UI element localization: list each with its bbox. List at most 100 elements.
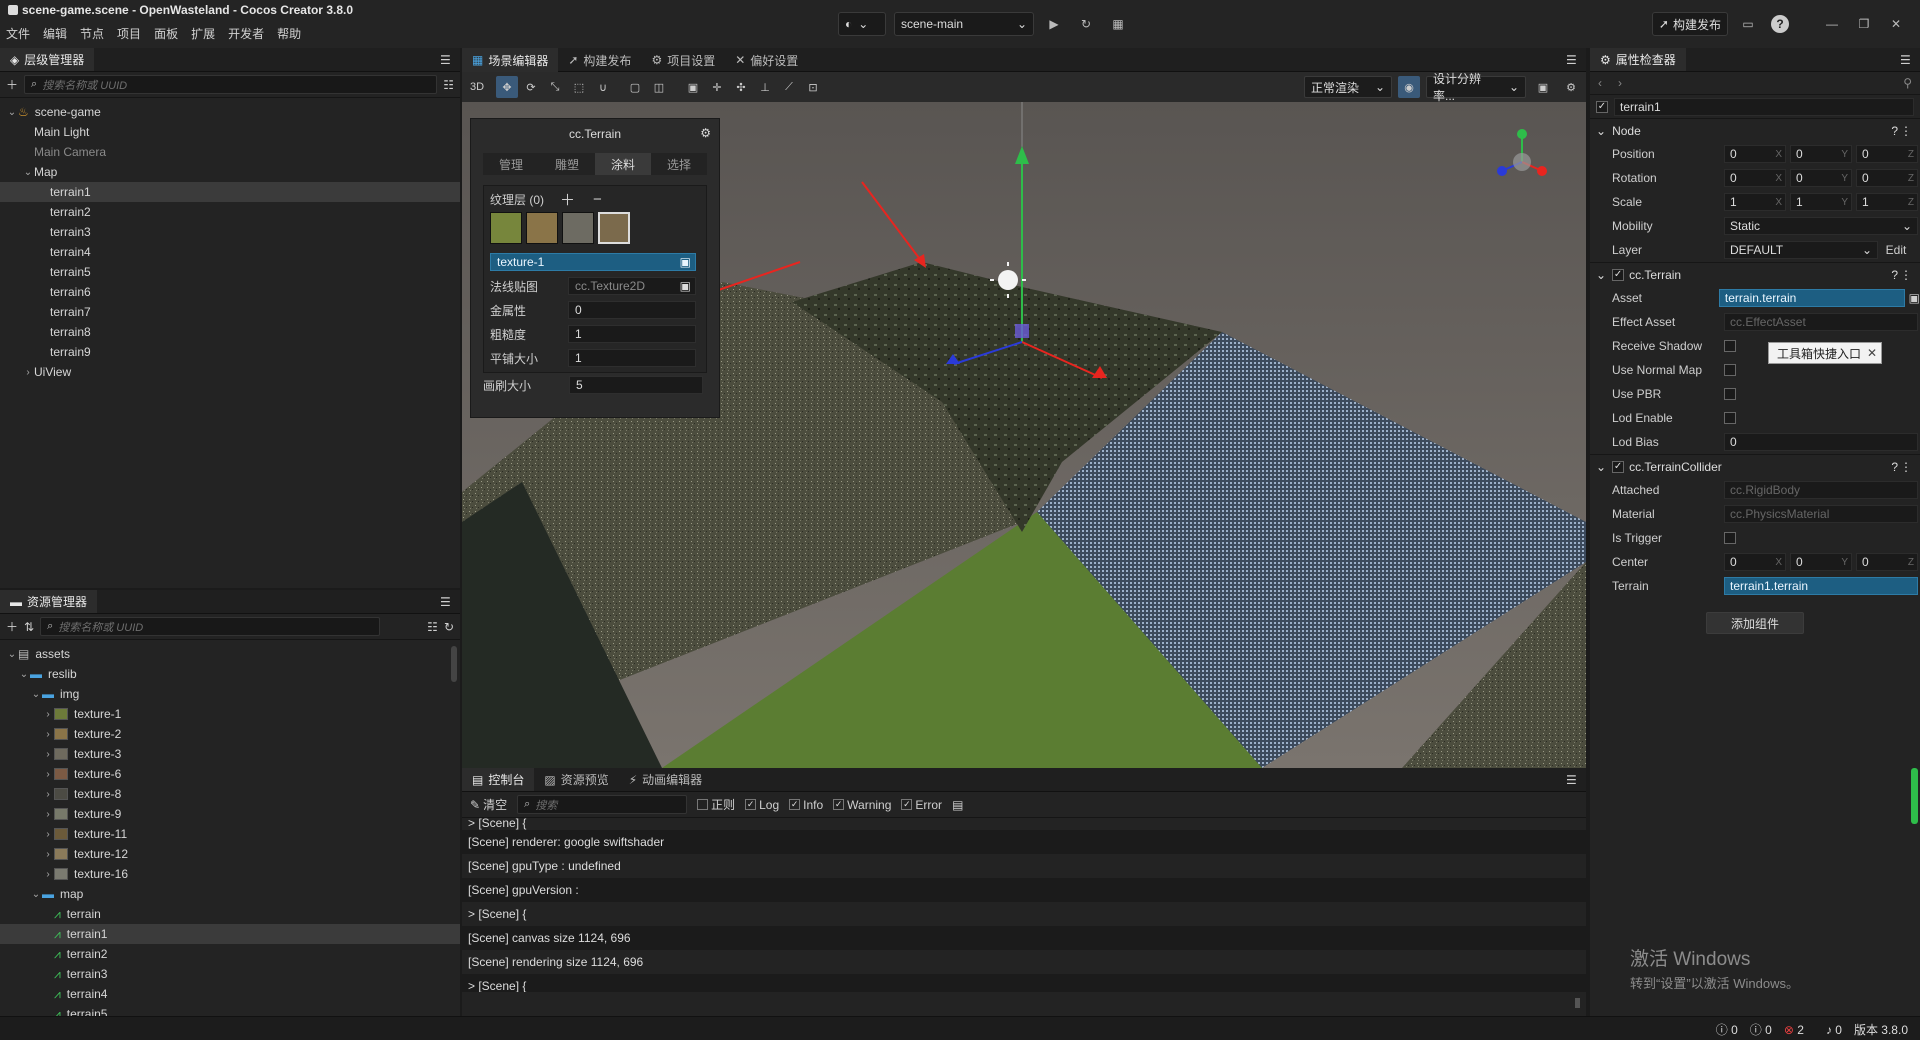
chevron-down-icon[interactable]: ⌄ <box>6 107 18 118</box>
scale-y-field[interactable]: 1Y <box>1790 193 1852 211</box>
rotation-z-field[interactable]: 0Z <box>1856 169 1918 187</box>
position-y-field[interactable]: 0Y <box>1790 145 1852 163</box>
asset-item[interactable]: ⩘ terrain <box>0 904 460 924</box>
scene-lang-button[interactable]: ◐ ⌄ <box>838 12 886 36</box>
menu-item[interactable]: 编辑 <box>43 25 67 42</box>
hierarchy-node[interactable]: terrain7 <box>0 302 460 322</box>
filter-checkbox[interactable]: ✓ <box>901 799 913 810</box>
tab-project-settings[interactable]: ⚙ 项目设置 <box>641 48 725 72</box>
texture-swatch[interactable] <box>490 212 522 244</box>
light-toggle-button[interactable]: ◉ <box>1398 76 1420 98</box>
asset-item[interactable]: ⌄ ▬ map <box>0 884 460 904</box>
pin-icon[interactable]: ⚲ <box>1903 76 1912 90</box>
error-counter[interactable]: ⊗ 2 <box>1784 1023 1804 1037</box>
asset-item[interactable]: › texture-3 <box>0 744 460 764</box>
hierarchy-node[interactable]: ⌄ ♨ scene-game <box>0 102 460 122</box>
asset-item[interactable]: › texture-9 <box>0 804 460 824</box>
rotation-y-field[interactable]: 0Y <box>1790 169 1852 187</box>
hierarchy-search-input[interactable]: ⌕ 搜索名称或 UUID <box>24 75 438 94</box>
collider-enabled-checkbox[interactable]: ✓ <box>1612 460 1625 473</box>
help-button[interactable]: ? <box>1768 12 1792 36</box>
node-section-header[interactable]: ⌄ Node ? ⋮ <box>1590 118 1920 142</box>
align-6-button[interactable]: ⊡ <box>802 76 824 98</box>
chevron-right-icon[interactable]: › <box>42 789 54 800</box>
open-folder-button[interactable]: ▭ <box>1736 12 1760 36</box>
asset-item[interactable]: › texture-1 <box>0 704 460 724</box>
terrain-tab-1[interactable]: 雕塑 <box>539 153 595 175</box>
asset-item[interactable]: › texture-16 <box>0 864 460 884</box>
chevron-down-icon[interactable]: ⌄ <box>22 167 34 178</box>
console-scrollbar[interactable] <box>1575 998 1580 1008</box>
filter-1[interactable]: ✓ Log <box>745 796 779 813</box>
render-mode-select[interactable]: 正常渲染 ⌄ <box>1304 76 1392 98</box>
chevron-right-icon[interactable]: › <box>42 849 54 860</box>
chevron-right-icon[interactable]: › <box>42 749 54 760</box>
pivot-button[interactable]: ▢ <box>624 76 646 98</box>
chevron-down-icon[interactable]: ⌄ <box>30 889 42 900</box>
rotate-tool-button[interactable]: ⟳ <box>520 76 542 98</box>
center-y-field[interactable]: 0Y <box>1790 553 1852 571</box>
asset-item[interactable]: › texture-12 <box>0 844 460 864</box>
assets-scrollbar[interactable] <box>451 646 457 682</box>
texture-swatch[interactable] <box>598 212 630 244</box>
chevron-right-icon[interactable]: › <box>42 809 54 820</box>
asset-field[interactable]: terrain.terrain <box>1718 289 1905 307</box>
tab-scene-editor[interactable]: ▦ 场景编辑器 <box>462 48 559 72</box>
minimize-button[interactable]: — <box>1820 12 1844 36</box>
chevron-right-icon[interactable]: › <box>42 769 54 780</box>
hierarchy-node[interactable]: terrain9 <box>0 342 460 362</box>
camera-button[interactable]: ▣ <box>1532 76 1554 98</box>
filter-checkbox[interactable]: ✓ <box>745 799 757 810</box>
menu-item[interactable]: 面板 <box>154 25 178 42</box>
filter-checkbox[interactable]: ✓ <box>789 799 801 810</box>
hierarchy-node[interactable]: Main Camera <box>0 142 460 162</box>
position-x-field[interactable]: 0X <box>1724 145 1786 163</box>
node-active-checkbox[interactable]: ✓ <box>1596 100 1608 113</box>
forward-icon[interactable]: › <box>1618 76 1622 90</box>
menu-item[interactable]: 项目 <box>117 25 141 42</box>
refresh-icon[interactable]: ↻ <box>444 620 454 634</box>
texture-swatch[interactable] <box>562 212 594 244</box>
panel-menu-icon[interactable]: ☰ <box>440 53 454 67</box>
warning-counter[interactable]: ⓘ 0 <box>1750 1021 1772 1038</box>
help-icon[interactable]: ? <box>1891 124 1898 138</box>
add-node-icon[interactable]: ＋ <box>6 76 18 93</box>
texture-swatch[interactable] <box>526 212 558 244</box>
axis-gizmo[interactable] <box>1482 122 1562 192</box>
collapse-all-icon[interactable]: ☷ <box>427 620 438 634</box>
align-1-button[interactable]: ▣ <box>682 76 704 98</box>
hierarchy-node[interactable]: terrain1 <box>0 182 460 202</box>
center-x-field[interactable]: 0X <box>1724 553 1786 571</box>
receive-shadow-checkbox[interactable] <box>1724 340 1736 352</box>
add-asset-icon[interactable]: ＋ <box>6 618 18 635</box>
chevron-down-icon[interactable]: ⌄ <box>30 689 42 700</box>
tab-console-0[interactable]: ▤ 控制台 <box>462 768 535 791</box>
asset-item[interactable]: › texture-8 <box>0 784 460 804</box>
add-component-button[interactable]: 添加组件 <box>1706 612 1804 634</box>
scale-tool-button[interactable]: ⤡ <box>544 76 566 98</box>
attached-field[interactable]: cc.RigidBody <box>1724 481 1918 499</box>
more-icon[interactable]: ⋮ <box>1900 460 1912 474</box>
align-3-button[interactable]: ✣ <box>730 76 752 98</box>
menu-item[interactable]: 文件 <box>6 25 30 42</box>
align-2-button[interactable]: ✛ <box>706 76 728 98</box>
tab-console-1[interactable]: ▨ 资源预览 <box>534 768 618 791</box>
chevron-right-icon[interactable]: › <box>42 869 54 880</box>
menu-item[interactable]: 节点 <box>80 25 104 42</box>
hierarchy-node[interactable]: terrain5 <box>0 262 460 282</box>
filter-0[interactable]: 正则 <box>697 796 735 813</box>
tab-hierarchy[interactable]: ◈ 层级管理器 <box>0 48 95 71</box>
asset-item[interactable]: ⌄ ▬ reslib <box>0 664 460 684</box>
is-trigger-checkbox[interactable] <box>1724 532 1736 544</box>
remove-layer-icon[interactable]: − <box>593 191 602 208</box>
close-button[interactable]: ✕ <box>1884 12 1908 36</box>
mobility-select[interactable]: Static ⌄ <box>1724 217 1918 235</box>
more-icon[interactable]: ⋮ <box>1900 268 1912 282</box>
chevron-right-icon[interactable]: › <box>42 709 54 720</box>
terrain-field-input[interactable]: 1 <box>568 349 696 367</box>
terrain-ref-field[interactable]: terrain1.terrain <box>1724 577 1918 595</box>
panel-menu-icon[interactable]: ☰ <box>1900 53 1914 67</box>
chevron-down-icon[interactable]: ⌄ <box>6 649 18 660</box>
terrain-tab-2[interactable]: 涂料 <box>595 153 651 175</box>
info-counter[interactable]: ⓘ 0 <box>1716 1021 1738 1038</box>
